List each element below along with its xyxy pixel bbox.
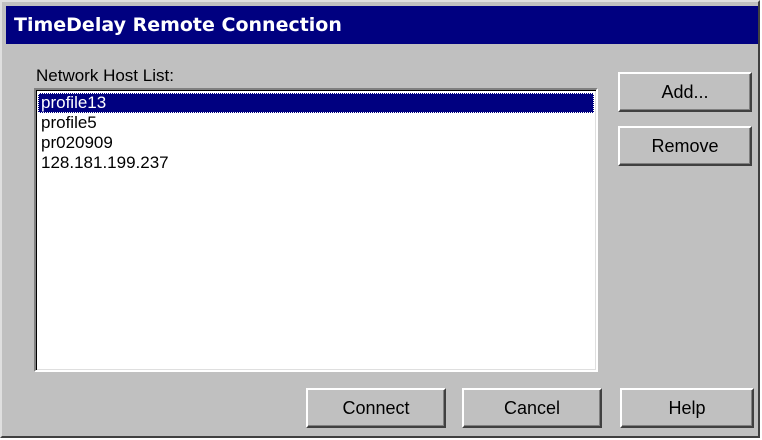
remove-button[interactable]: Remove <box>618 126 752 166</box>
help-button[interactable]: Help <box>620 388 754 428</box>
dialog-title: TimeDelay Remote Connection <box>6 6 758 44</box>
cancel-button[interactable]: Cancel <box>462 388 602 428</box>
host-listbox[interactable]: profile13 profile5 pr020909 128.181.199.… <box>34 88 598 372</box>
host-list-label: Network Host List: <box>36 66 174 85</box>
host-list-item[interactable]: 128.181.199.237 <box>38 153 594 173</box>
host-list-item[interactable]: profile5 <box>38 113 594 133</box>
host-list-item[interactable]: pr020909 <box>38 133 594 153</box>
connect-button[interactable]: Connect <box>306 388 446 428</box>
remote-connection-dialog: TimeDelay Remote Connection Network Host… <box>0 0 760 438</box>
add-button[interactable]: Add... <box>618 72 752 112</box>
host-list-item[interactable]: profile13 <box>38 93 594 113</box>
